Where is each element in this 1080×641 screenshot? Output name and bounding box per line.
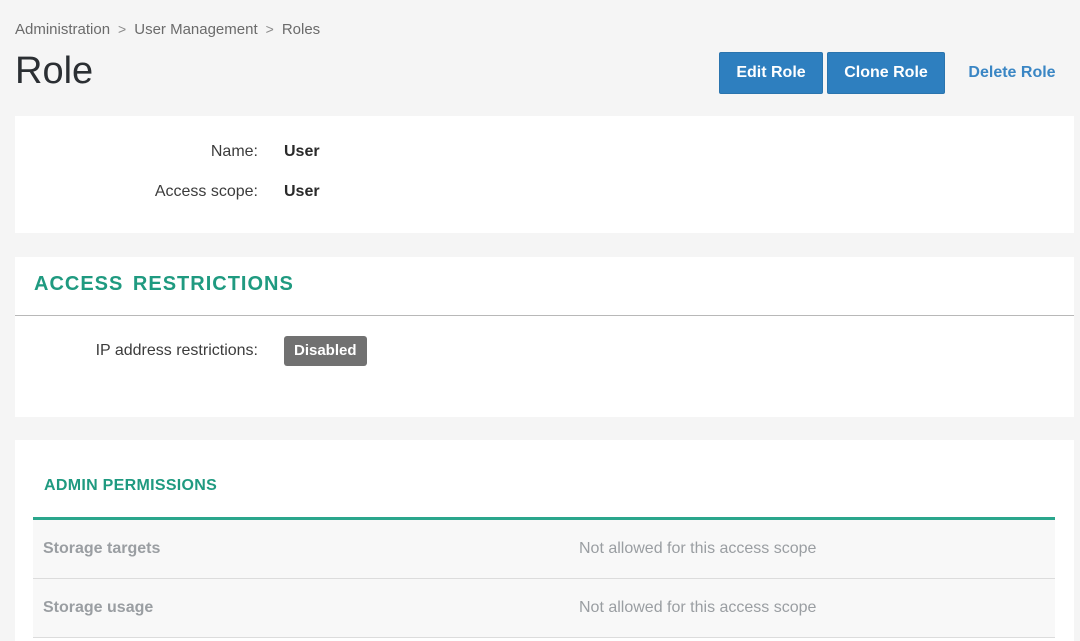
section-divider: [15, 315, 1074, 316]
name-label: Name:: [210, 143, 258, 160]
clone-role-button[interactable]: Clone Role: [827, 52, 945, 94]
access-scope-row: Access scope: User: [15, 180, 1074, 204]
name-row: Name: User: [15, 140, 1074, 164]
ip-restrictions-row: IP address restrictions: Disabled: [15, 335, 1074, 367]
breadcrumb-user-management[interactable]: User Management: [134, 21, 257, 38]
chevron-right-icon: >: [265, 21, 274, 37]
breadcrumb: Administration > User Management > Roles: [15, 19, 320, 39]
access-scope-value: User: [284, 183, 320, 200]
admin-permissions-card: ADMIN PERMISSIONS Storage targets Not al…: [15, 440, 1074, 641]
status-badge: Disabled: [284, 336, 367, 366]
permissions-table: Storage targets Not allowed for this acc…: [33, 517, 1055, 638]
name-value: User: [284, 143, 320, 160]
table-row: Storage usage Not allowed for this acces…: [33, 579, 1055, 638]
breadcrumb-administration[interactable]: Administration: [15, 21, 110, 38]
permission-status: Not allowed for this access scope: [579, 599, 817, 616]
breadcrumb-roles[interactable]: Roles: [282, 21, 320, 38]
access-restrictions-card: ACCESS RESTRICTIONS IP address restricti…: [15, 257, 1074, 417]
permission-name: Storage usage: [43, 599, 154, 616]
permission-name: Storage targets: [43, 540, 161, 557]
access-scope-label: Access scope:: [154, 183, 258, 200]
access-restrictions-title: ACCESS RESTRICTIONS: [34, 273, 294, 295]
edit-role-button[interactable]: Edit Role: [719, 52, 823, 94]
admin-permissions-title: ADMIN PERMISSIONS: [44, 477, 218, 494]
delete-role-button[interactable]: Delete Role: [955, 52, 1069, 94]
role-info-card: Name: User Access scope: User: [15, 116, 1074, 233]
table-row: Storage targets Not allowed for this acc…: [33, 520, 1055, 579]
chevron-right-icon: >: [118, 21, 127, 37]
ip-restrictions-label: IP address restrictions:: [95, 342, 258, 359]
permission-status: Not allowed for this access scope: [579, 540, 817, 557]
page-title: Role: [15, 50, 94, 92]
